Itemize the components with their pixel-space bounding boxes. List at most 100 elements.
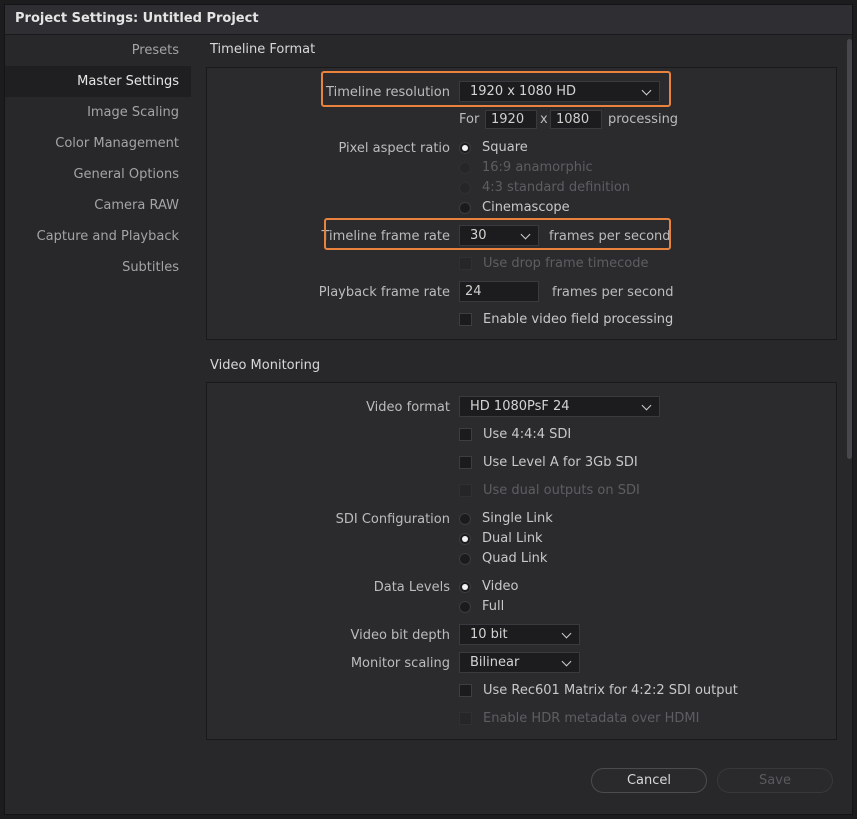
- pixel-aspect-square-option[interactable]: Square: [459, 140, 528, 155]
- save-button[interactable]: Save: [717, 768, 833, 793]
- monitor-scaling-dropdown[interactable]: Bilinear: [459, 652, 580, 673]
- use-444-label: Use 4:4:4 SDI: [483, 427, 572, 442]
- drop-frame-label: Use drop frame timecode: [483, 256, 649, 271]
- sdi-dual-link-label: Dual Link: [482, 531, 543, 546]
- sidebar-item-camera-raw[interactable]: Camera RAW: [5, 190, 191, 221]
- pixel-aspect-anamorphic-option: 16:9 anamorphic: [459, 160, 593, 175]
- video-format-dropdown[interactable]: HD 1080PsF 24: [459, 396, 660, 417]
- data-levels-full-label: Full: [482, 599, 505, 614]
- timeline-format-heading: Timeline Format: [210, 42, 316, 57]
- processing-width-input[interactable]: 1920: [485, 110, 537, 129]
- playback-frame-rate-row: Playback frame rate 24 frames per second: [207, 281, 836, 305]
- project-settings-dialog: Project Settings: Untitled Project Prese…: [4, 4, 853, 815]
- checkbox-icon: [459, 313, 472, 326]
- cancel-button[interactable]: Cancel: [591, 768, 707, 793]
- data-levels-video-label: Video: [482, 579, 519, 594]
- pixel-aspect-cinemascope-label: Cinemascope: [482, 200, 570, 215]
- video-format-label: Video format: [366, 400, 450, 415]
- radio-icon: [459, 161, 471, 174]
- sidebar-item-color-management[interactable]: Color Management: [5, 128, 191, 159]
- bit-depth-dropdown[interactable]: 10 bit: [459, 624, 580, 645]
- rec601-label: Use Rec601 Matrix for 4:2:2 SDI output: [483, 683, 738, 698]
- rec601-row: Use Rec601 Matrix for 4:2:2 SDI output: [207, 680, 836, 704]
- field-processing-checkbox[interactable]: Enable video field processing: [459, 312, 673, 327]
- field-processing-label: Enable video field processing: [483, 312, 674, 327]
- dual-outputs-checkbox: Use dual outputs on SDI: [459, 483, 640, 498]
- frame-rate-highlight-box: [324, 218, 671, 250]
- video-monitoring-heading: Video Monitoring: [210, 358, 321, 373]
- chevron-down-icon: [561, 656, 572, 667]
- video-monitoring-panel: Video format HD 1080PsF 24 Use 4:4:4 SDI…: [206, 382, 837, 740]
- title-bar: Project Settings: Untitled Project: [5, 5, 852, 35]
- processing-height-input[interactable]: 1080: [550, 110, 602, 129]
- video-format-row: Video format HD 1080PsF 24: [207, 396, 836, 420]
- pixel-aspect-43-label: 4:3 standard definition: [482, 180, 631, 195]
- field-processing-row: Enable video field processing: [207, 309, 836, 333]
- processing-size-row: For 1920 x 1080 processing: [207, 110, 836, 134]
- radio-selected-icon: [459, 532, 471, 545]
- sidebar-item-general-options[interactable]: General Options: [5, 159, 191, 190]
- radio-icon: [459, 600, 471, 613]
- use-444-row: Use 4:4:4 SDI: [207, 424, 836, 448]
- data-levels-full-row: Full: [207, 596, 836, 620]
- checkbox-icon: [459, 257, 472, 270]
- dual-outputs-row: Use dual outputs on SDI: [207, 480, 836, 504]
- dialog-title: Project Settings: Untitled Project: [15, 11, 259, 26]
- radio-icon: [459, 512, 471, 525]
- scrollbar[interactable]: [847, 39, 852, 459]
- monitor-scaling-row: Monitor scaling Bilinear: [207, 652, 836, 676]
- data-levels-full-option[interactable]: Full: [459, 599, 504, 614]
- hdr-metadata-label: Enable HDR metadata over HDMI: [483, 711, 700, 726]
- level-a-checkbox[interactable]: Use Level A for 3Gb SDI: [459, 455, 638, 470]
- drop-frame-row: Use drop frame timecode: [207, 253, 836, 277]
- bit-depth-value: 10 bit: [470, 627, 508, 642]
- sdi-quad-link-option[interactable]: Quad Link: [459, 551, 547, 566]
- chevron-down-icon: [641, 400, 652, 411]
- monitor-scaling-value: Bilinear: [470, 655, 520, 670]
- sdi-single-link-label: Single Link: [482, 511, 553, 526]
- checkbox-icon: [459, 484, 472, 497]
- sdi-quad-link-label: Quad Link: [482, 551, 548, 566]
- sidebar-item-presets[interactable]: Presets: [5, 35, 191, 66]
- pixel-aspect-cinemascope-option[interactable]: Cinemascope: [459, 200, 570, 215]
- pixel-aspect-label: Pixel aspect ratio: [338, 141, 450, 156]
- sdi-config-label: SDI Configuration: [335, 512, 450, 527]
- sidebar-item-image-scaling[interactable]: Image Scaling: [5, 97, 191, 128]
- sidebar-item-master-settings[interactable]: Master Settings: [5, 66, 191, 97]
- level-a-label: Use Level A for 3Gb SDI: [483, 455, 638, 470]
- checkbox-icon: [459, 712, 472, 725]
- radio-icon: [459, 201, 471, 214]
- timeline-format-panel: Timeline resolution 1920 x 1080 HD For 1…: [206, 67, 837, 340]
- pixel-aspect-43-option: 4:3 standard definition: [459, 180, 630, 195]
- for-label: For: [459, 112, 480, 127]
- playback-frame-rate-input[interactable]: 24: [459, 281, 539, 302]
- radio-selected-icon: [459, 141, 471, 154]
- use-444-checkbox[interactable]: Use 4:4:4 SDI: [459, 427, 571, 442]
- sidebar-item-subtitles[interactable]: Subtitles: [5, 252, 191, 283]
- resolution-highlight-box: [321, 71, 671, 107]
- playback-frame-rate-label: Playback frame rate: [318, 285, 450, 300]
- sdi-single-link-option[interactable]: Single Link: [459, 511, 553, 526]
- monitor-scaling-label: Monitor scaling: [350, 656, 450, 671]
- hdr-metadata-row: Enable HDR metadata over HDMI: [207, 708, 836, 732]
- checkbox-icon: [459, 456, 472, 469]
- processing-label: processing: [608, 112, 679, 127]
- x-label: x: [540, 112, 548, 127]
- pixel-aspect-square-label: Square: [482, 140, 528, 155]
- pixel-aspect-anamorphic-label: 16:9 anamorphic: [482, 160, 593, 175]
- data-levels-video-option[interactable]: Video: [459, 579, 518, 594]
- hdr-metadata-checkbox: Enable HDR metadata over HDMI: [459, 711, 699, 726]
- sidebar-item-capture-playback[interactable]: Capture and Playback: [5, 221, 191, 252]
- bit-depth-row: Video bit depth 10 bit: [207, 624, 836, 648]
- drop-frame-option: Use drop frame timecode: [459, 256, 648, 271]
- playback-fps-label: frames per second: [552, 285, 674, 300]
- video-format-value: HD 1080PsF 24: [470, 399, 570, 414]
- sdi-dual-link-option[interactable]: Dual Link: [459, 531, 543, 546]
- rec601-checkbox[interactable]: Use Rec601 Matrix for 4:2:2 SDI output: [459, 683, 738, 698]
- radio-icon: [459, 181, 471, 194]
- checkbox-icon: [459, 684, 472, 697]
- radio-icon: [459, 552, 471, 565]
- settings-sidebar: Presets Master Settings Image Scaling Co…: [5, 35, 191, 283]
- dual-outputs-label: Use dual outputs on SDI: [483, 483, 640, 498]
- sdi-quad-link-row: Quad Link: [207, 548, 836, 572]
